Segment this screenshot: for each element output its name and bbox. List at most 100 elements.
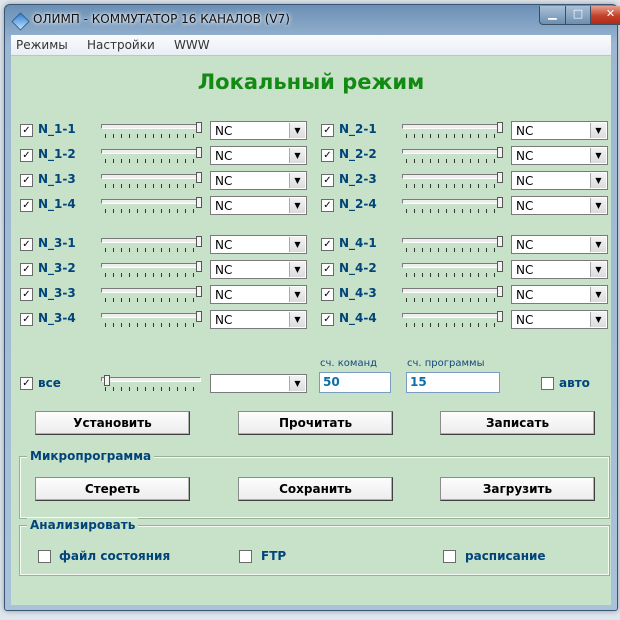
channel-checkbox[interactable]: ✓ (20, 199, 33, 212)
channel-slider[interactable] (402, 147, 505, 169)
chevron-down-icon: ▼ (289, 237, 305, 252)
all-slider[interactable] (101, 375, 204, 397)
maximize-button[interactable]: □ (565, 6, 591, 25)
write-button[interactable]: Записать (440, 411, 595, 435)
channel-slider[interactable] (402, 286, 505, 308)
channel-select[interactable]: NC ▼ (511, 171, 608, 190)
chevron-down-icon: ▼ (590, 173, 606, 188)
state-file-checkbox[interactable] (38, 550, 51, 563)
channel-checkbox[interactable]: ✓ (20, 149, 33, 162)
channel-select[interactable]: NC ▼ (210, 196, 307, 215)
menu-modes[interactable]: Режимы (16, 38, 68, 52)
window-title: ОЛИМП - КОММУТАТОР 16 КАНАЛОВ (V7) (33, 12, 290, 26)
chevron-down-icon: ▼ (590, 237, 606, 252)
channel-checkbox[interactable]: ✓ (20, 124, 33, 137)
menu-settings[interactable]: Настройки (87, 38, 155, 52)
channel-select[interactable]: NC ▼ (511, 146, 608, 165)
cmd-counter-label: сч. команд (320, 358, 378, 369)
chevron-down-icon: ▼ (289, 312, 305, 327)
menu-www[interactable]: WWW (174, 38, 210, 52)
all-label: все (38, 376, 61, 390)
read-button[interactable]: Прочитать (238, 411, 393, 435)
channel-slider[interactable] (101, 172, 204, 194)
chevron-down-icon: ▼ (289, 123, 305, 138)
channel-select[interactable]: NC ▼ (210, 171, 307, 190)
channel-label: N_2-4 (339, 197, 377, 211)
channel-select[interactable]: NC ▼ (210, 146, 307, 165)
channel-label: N_3-1 (38, 236, 76, 250)
channel-select[interactable]: NC ▼ (210, 260, 307, 279)
channel-select[interactable]: NC ▼ (511, 235, 608, 254)
channel-checkbox[interactable]: ✓ (20, 313, 33, 326)
prog-counter-label: сч. программы (407, 358, 485, 369)
minimize-button[interactable]: ▁ (539, 6, 566, 25)
channel-slider[interactable] (101, 236, 204, 258)
channel-slider[interactable] (101, 286, 204, 308)
ftp-checkbox[interactable] (239, 550, 252, 563)
channel-select[interactable]: NC ▼ (511, 285, 608, 304)
channel-checkbox[interactable]: ✓ (20, 263, 33, 276)
schedule-label: расписание (465, 549, 546, 563)
chevron-down-icon: ▼ (289, 287, 305, 302)
erase-button[interactable]: Стереть (35, 477, 190, 501)
channel-slider[interactable] (101, 261, 204, 283)
menu-bar: Режимы Настройки WWW (11, 35, 611, 56)
channel-select[interactable]: NC ▼ (210, 310, 307, 329)
channel-label: N_1-4 (38, 197, 76, 211)
channel-slider[interactable] (101, 122, 204, 144)
set-button[interactable]: Установить (35, 411, 190, 435)
channel-select[interactable]: NC ▼ (210, 235, 307, 254)
prog-counter-field[interactable]: 15 (406, 372, 500, 393)
channel-slider[interactable] (101, 311, 204, 333)
firmware-group-title: Микропрограмма (27, 449, 155, 463)
channel-checkbox[interactable]: ✓ (321, 149, 334, 162)
cmd-counter-field[interactable]: 50 (319, 372, 391, 393)
chevron-down-icon: ▼ (289, 148, 305, 163)
channel-label: N_3-4 (38, 311, 76, 325)
channel-checkbox[interactable]: ✓ (321, 313, 334, 326)
close-button[interactable]: ✕ (590, 6, 620, 25)
channel-checkbox[interactable]: ✓ (20, 288, 33, 301)
schedule-checkbox[interactable] (443, 550, 456, 563)
channel-slider[interactable] (101, 197, 204, 219)
channel-label: N_2-1 (339, 122, 377, 136)
channel-checkbox[interactable]: ✓ (20, 174, 33, 187)
chevron-down-icon: ▼ (289, 262, 305, 277)
channel-checkbox[interactable]: ✓ (321, 199, 334, 212)
chevron-down-icon: ▼ (590, 262, 606, 277)
channel-slider[interactable] (402, 311, 505, 333)
load-button[interactable]: Загрузить (440, 477, 595, 501)
channel-checkbox[interactable]: ✓ (321, 238, 334, 251)
chevron-down-icon: ▼ (289, 376, 305, 391)
app-icon (11, 12, 30, 31)
title-bar[interactable]: ОЛИМП - КОММУТАТОР 16 КАНАЛОВ (V7) ▁ □ ✕ (5, 5, 620, 35)
channel-checkbox[interactable]: ✓ (321, 288, 334, 301)
channel-select[interactable]: NC ▼ (210, 121, 307, 140)
channel-label: N_2-2 (339, 147, 377, 161)
channel-slider[interactable] (101, 147, 204, 169)
channel-checkbox[interactable]: ✓ (321, 124, 334, 137)
channel-label: N_4-1 (339, 236, 377, 250)
channel-slider[interactable] (402, 172, 505, 194)
channel-label: N_3-2 (38, 261, 76, 275)
channel-label: N_1-3 (38, 172, 76, 186)
channel-checkbox[interactable]: ✓ (321, 263, 334, 276)
all-checkbox[interactable]: ✓ (20, 377, 33, 390)
channel-slider[interactable] (402, 236, 505, 258)
channel-select[interactable]: NC ▼ (511, 260, 608, 279)
channel-slider[interactable] (402, 261, 505, 283)
channel-checkbox[interactable]: ✓ (20, 238, 33, 251)
auto-checkbox[interactable] (541, 377, 554, 390)
channel-slider[interactable] (402, 197, 505, 219)
channel-checkbox[interactable]: ✓ (321, 174, 334, 187)
channel-label: N_1-2 (38, 147, 76, 161)
channel-slider[interactable] (402, 122, 505, 144)
save-button[interactable]: Сохранить (238, 477, 393, 501)
channel-select[interactable]: NC ▼ (511, 121, 608, 140)
chevron-down-icon: ▼ (590, 123, 606, 138)
channel-select[interactable]: NC ▼ (511, 310, 608, 329)
channel-select[interactable]: NC ▼ (210, 285, 307, 304)
channel-select[interactable]: NC ▼ (511, 196, 608, 215)
all-select[interactable]: ▼ (210, 374, 307, 393)
auto-label: авто (559, 376, 590, 390)
